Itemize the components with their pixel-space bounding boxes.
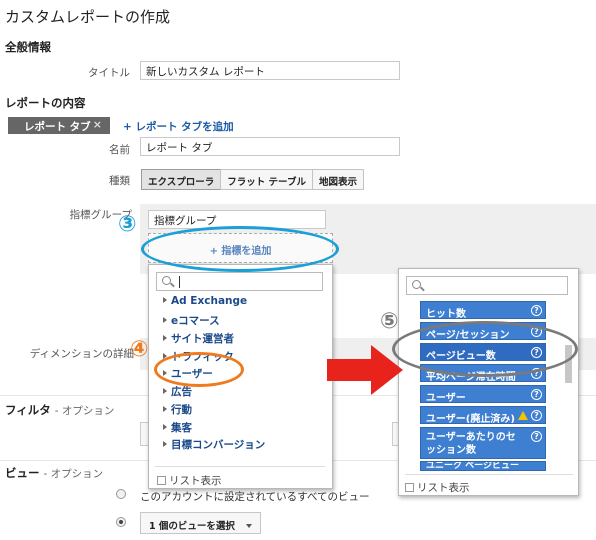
checkbox[interactable] xyxy=(157,476,166,485)
category-item[interactable]: 集客 xyxy=(163,420,192,435)
metric-item[interactable]: ユーザー? xyxy=(420,385,546,403)
divider xyxy=(405,474,573,475)
triangle-right-icon xyxy=(163,441,167,447)
filter-heading-text: フィルタ xyxy=(5,403,51,417)
checkbox[interactable] xyxy=(405,483,414,492)
report-content-heading: レポートの内容 xyxy=(5,96,86,110)
report-tab-chip[interactable]: レポート タブ × xyxy=(8,117,110,134)
name-label: 名前 xyxy=(109,144,130,156)
view-all-label: このアカウントに設定されているすべてのビュー xyxy=(140,491,370,503)
category-item[interactable]: 行動 xyxy=(163,402,192,417)
category-item[interactable]: サイト運営者 xyxy=(163,331,234,346)
metric-label: ヒット数 xyxy=(426,309,466,319)
type-label: 種類 xyxy=(109,175,130,187)
category-label: 集客 xyxy=(171,422,192,434)
help-icon[interactable]: ? xyxy=(531,305,542,316)
category-label: サイト運営者 xyxy=(171,333,234,345)
search-icon xyxy=(162,276,171,285)
view-one-radio[interactable] xyxy=(116,517,126,527)
annotation-ellipse-3 xyxy=(141,226,339,272)
metric-list-search-input[interactable] xyxy=(406,276,568,295)
warning-icon xyxy=(518,411,528,420)
dimension-label: ディメンションの詳細 xyxy=(29,348,134,360)
category-label: 行動 xyxy=(171,404,192,416)
list-view-label: リスト表示 xyxy=(169,475,222,487)
category-item[interactable]: eコマース xyxy=(163,313,220,328)
divider xyxy=(155,466,325,467)
filter-optional: - オプション xyxy=(54,405,115,417)
metric-label: ユニーク ページビュー xyxy=(426,461,519,471)
help-icon[interactable]: ? xyxy=(531,389,542,400)
view-heading-text: ビュー xyxy=(5,466,40,480)
help-icon[interactable]: ? xyxy=(531,431,542,442)
text-cursor xyxy=(179,276,180,288)
view-optional: - オプション xyxy=(43,468,104,480)
annotation-number-3: ③ xyxy=(118,212,137,237)
list-view-label: リスト表示 xyxy=(417,482,470,494)
page-title: カスタムレポートの作成 xyxy=(5,8,171,26)
annotation-number-4: ④ xyxy=(130,337,149,362)
name-input[interactable]: レポート タブ xyxy=(140,137,400,156)
filter-heading: フィルタ - オプション xyxy=(5,402,114,418)
triangle-right-icon xyxy=(163,297,167,303)
metric-list-popup: ヒット数? ページ/セッション? ページビュー数? 平均ページ滞在時間? ユーザ… xyxy=(398,268,579,496)
triangle-right-icon xyxy=(163,424,167,430)
add-report-tab-link[interactable]: + レポート タブを追加 xyxy=(123,119,234,134)
type-explorer-button[interactable]: エクスプローラ xyxy=(141,169,222,190)
close-icon[interactable]: × xyxy=(93,118,102,131)
triangle-right-icon xyxy=(163,388,167,394)
metric-item[interactable]: ヒット数? xyxy=(420,301,546,319)
type-map-button[interactable]: 地図表示 xyxy=(311,169,364,190)
metric-label: ユーザー xyxy=(426,393,466,403)
metric-item[interactable]: ユーザー(廃止済み)? xyxy=(420,406,546,424)
report-type-selector: エクスプローラ フラット テーブル 地図表示 xyxy=(141,169,364,190)
title-label: タイトル xyxy=(88,67,130,79)
category-item[interactable]: Ad Exchange xyxy=(163,295,247,307)
list-view-toggle[interactable]: リスト表示 xyxy=(405,480,470,495)
metric-search-input[interactable] xyxy=(156,272,323,291)
metric-label: ユーザー(廃止済み) xyxy=(426,414,515,424)
report-tab-label: レポート タブ xyxy=(24,121,91,133)
help-icon[interactable]: ? xyxy=(531,410,542,421)
list-view-toggle[interactable]: リスト表示 xyxy=(157,473,222,488)
metric-item[interactable]: ユーザーあたりのセッション数? xyxy=(420,427,546,459)
category-label: 目標コンバージョン xyxy=(171,439,266,451)
view-all-radio[interactable] xyxy=(116,489,126,499)
category-label: Ad Exchange xyxy=(171,295,248,307)
metric-item[interactable]: ユニーク ページビュー xyxy=(420,461,546,471)
triangle-right-icon xyxy=(163,335,167,341)
select-view-dropdown[interactable]: 1 個のビューを選択 xyxy=(140,512,262,534)
category-label: 広告 xyxy=(171,386,192,398)
search-icon xyxy=(412,280,421,289)
metric-label: ユーザーあたりのセッション数 xyxy=(426,432,516,456)
annotation-number-5: ⑤ xyxy=(380,309,399,334)
chevron-down-icon xyxy=(246,524,253,528)
triangle-right-icon xyxy=(163,406,167,412)
type-flat-table-button[interactable]: フラット テーブル xyxy=(220,169,313,190)
general-heading: 全般情報 xyxy=(5,40,51,54)
view-heading: ビュー - オプション xyxy=(5,465,103,481)
triangle-right-icon xyxy=(163,317,167,323)
select-view-label: 1 個のビューを選択 xyxy=(149,521,235,532)
annotation-ellipse-4 xyxy=(154,352,244,387)
annotation-ellipse-5 xyxy=(392,321,578,377)
arrow-right-icon xyxy=(327,345,403,395)
title-input[interactable]: 新しいカスタム レポート xyxy=(140,61,400,80)
category-label: eコマース xyxy=(171,315,220,327)
category-item[interactable]: 目標コンバージョン xyxy=(163,437,265,452)
